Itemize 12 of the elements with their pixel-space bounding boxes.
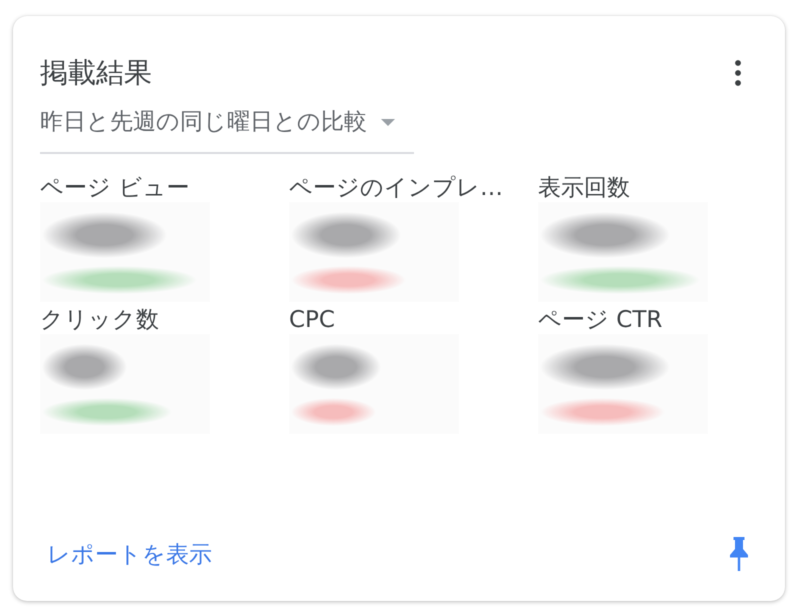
metric-label: ページのインプレ… (289, 174, 503, 202)
metric-label: ページ CTR (538, 306, 662, 334)
metric-label: ページ ビュー (40, 174, 190, 202)
metric-label: 表示回数 (538, 174, 630, 202)
comparison-dropdown[interactable]: 昨日と先週の同じ曜日との比較 (40, 107, 414, 154)
caret-icon (381, 118, 395, 126)
metric-label: クリック数 (40, 306, 159, 334)
metric-label: CPC (289, 306, 335, 334)
pin-icon[interactable] (730, 537, 748, 571)
view-report-link[interactable]: レポートを表示 (47, 538, 212, 570)
more-options-icon[interactable] (735, 60, 741, 86)
card-title: 掲載結果 (40, 56, 152, 90)
